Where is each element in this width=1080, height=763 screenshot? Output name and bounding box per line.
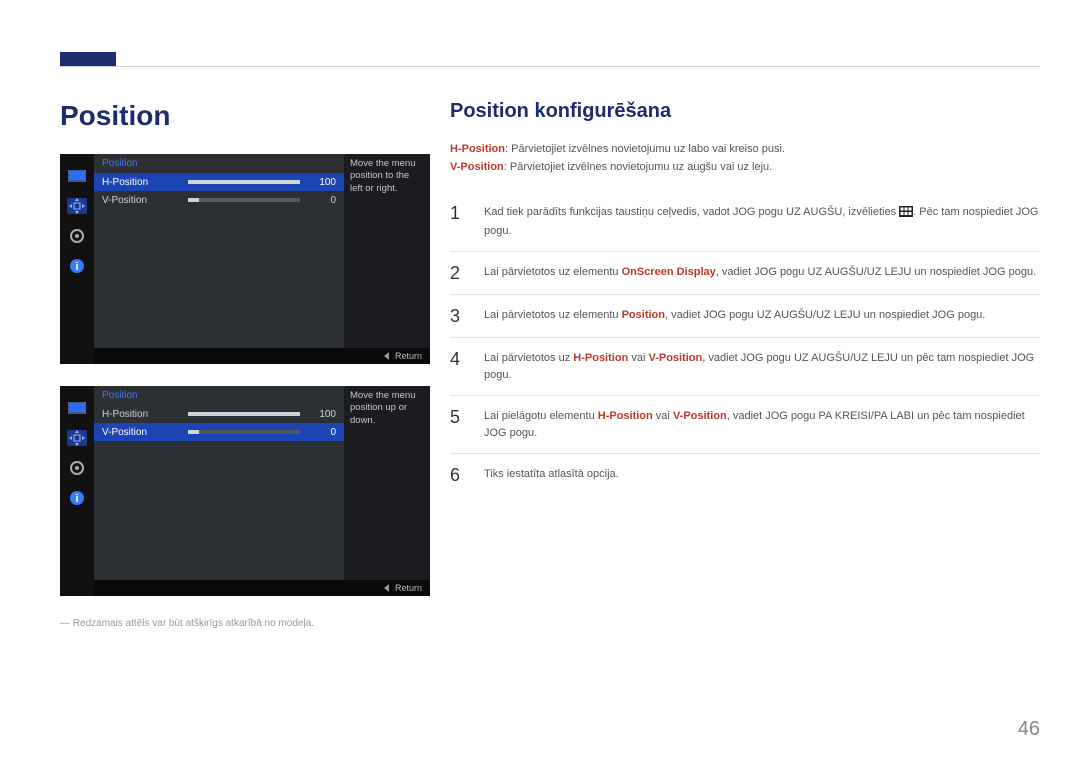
osd-slider xyxy=(188,412,300,416)
footnote: Redzamais attēls var būt atšķirīgs atkar… xyxy=(60,618,430,629)
osd-title: Position xyxy=(94,154,344,173)
osd-slider xyxy=(188,198,300,202)
osd-help: Move the menu position up or down. xyxy=(344,386,430,580)
osd-row-h-position: H-Position 100 xyxy=(94,173,344,191)
header-rule xyxy=(60,66,1040,67)
osd-main: Position H-Position 100 V-Position 0 xyxy=(94,154,344,348)
gear-icon xyxy=(67,460,87,476)
osd-move-icon xyxy=(67,198,87,214)
osd-screenshot-2: i Position H-Position 100 V-Position 0 M… xyxy=(60,386,430,596)
return-label: Return xyxy=(395,351,422,361)
step-number: 2 xyxy=(450,264,466,282)
gear-icon xyxy=(67,228,87,244)
svg-text:i: i xyxy=(75,261,78,273)
osd-row-label: V-Position xyxy=(102,195,180,206)
osd-title: Position xyxy=(94,386,344,405)
step-1: 1 Kad tiek parādīts funkcijas taustiņu c… xyxy=(450,192,1040,252)
osd-sidebar: i xyxy=(60,386,94,596)
v-position-label: V-Position xyxy=(450,161,504,173)
step-6: 6 Tiks iestatīta atlasītā opcija. xyxy=(450,454,1040,496)
step-5: 5 Lai pielāgotu elementu H-Position vai … xyxy=(450,396,1040,454)
header-marker xyxy=(60,52,116,66)
osd-row-label: V-Position xyxy=(102,427,180,438)
step-text: Tiks iestatīta atlasītā opcija. xyxy=(484,466,1040,483)
step-2: 2 Lai pārvietotos uz elementu OnScreen D… xyxy=(450,252,1040,295)
osd-row-value: 100 xyxy=(308,409,336,420)
osd-screenshot-1: i Position H-Position 100 V-Position 0 M… xyxy=(60,154,430,364)
step-number: 5 xyxy=(450,408,466,426)
osd-help: Move the menu position to the left or ri… xyxy=(344,154,430,348)
osd-slider xyxy=(188,430,300,434)
osd-row-label: H-Position xyxy=(102,409,180,420)
osd-row-v-position: V-Position 0 xyxy=(94,423,344,441)
steps-list: 1 Kad tiek parādīts funkcijas taustiņu c… xyxy=(450,192,1040,496)
step-text: Lai pārvietotos uz elementu OnScreen Dis… xyxy=(484,264,1040,281)
page-number: 46 xyxy=(1018,718,1040,741)
step-number: 3 xyxy=(450,307,466,325)
osd-row-value: 100 xyxy=(308,177,336,188)
step-number: 1 xyxy=(450,204,466,222)
osd-main: Position H-Position 100 V-Position 0 xyxy=(94,386,344,580)
step-3: 3 Lai pārvietotos uz elementu Position, … xyxy=(450,295,1040,338)
back-icon xyxy=(384,352,389,360)
picture-icon xyxy=(67,400,87,416)
h-position-text: : Pārvietojiet izvēlnes novietojumu uz l… xyxy=(505,143,785,155)
osd-row-v-position: V-Position 0 xyxy=(94,191,344,209)
section-heading: Position konfigurēšana xyxy=(450,100,1040,123)
osd-sidebar: i xyxy=(60,154,94,364)
step-number: 6 xyxy=(450,466,466,484)
osd-slider xyxy=(188,180,300,184)
osd-move-icon xyxy=(67,430,87,446)
right-column: Position konfigurēšana H-Position: Pārvi… xyxy=(450,100,1040,496)
step-text: Lai pārvietotos uz elementu Position, va… xyxy=(484,307,1040,324)
osd-row-label: H-Position xyxy=(102,177,180,188)
step-number: 4 xyxy=(450,350,466,368)
info-icon: i xyxy=(67,258,87,274)
step-text: Kad tiek parādīts funkcijas taustiņu ceļ… xyxy=(484,204,1040,239)
description: H-Position: Pārvietojiet izvēlnes noviet… xyxy=(450,141,1040,176)
menu-grid-icon xyxy=(899,206,913,223)
left-column: Position i Position H-Position 100 V-Pos… xyxy=(60,100,430,629)
step-text: Lai pārvietotos uz H-Position vai V-Posi… xyxy=(484,350,1040,383)
osd-footer: Return xyxy=(94,348,430,364)
osd-footer: Return xyxy=(94,580,430,596)
return-label: Return xyxy=(395,583,422,593)
h-position-label: H-Position xyxy=(450,143,505,155)
back-icon xyxy=(384,584,389,592)
step-text: Lai pielāgotu elementu H-Position vai V-… xyxy=(484,408,1040,441)
page-title: Position xyxy=(60,100,430,132)
osd-row-value: 0 xyxy=(308,195,336,206)
svg-text:i: i xyxy=(75,493,78,505)
osd-row-h-position: H-Position 100 xyxy=(94,405,344,423)
picture-icon xyxy=(67,168,87,184)
info-icon: i xyxy=(67,490,87,506)
v-position-text: : Pārvietojiet izvēlnes novietojumu uz a… xyxy=(504,161,772,173)
osd-row-value: 0 xyxy=(308,427,336,438)
step-4: 4 Lai pārvietotos uz H-Position vai V-Po… xyxy=(450,338,1040,396)
